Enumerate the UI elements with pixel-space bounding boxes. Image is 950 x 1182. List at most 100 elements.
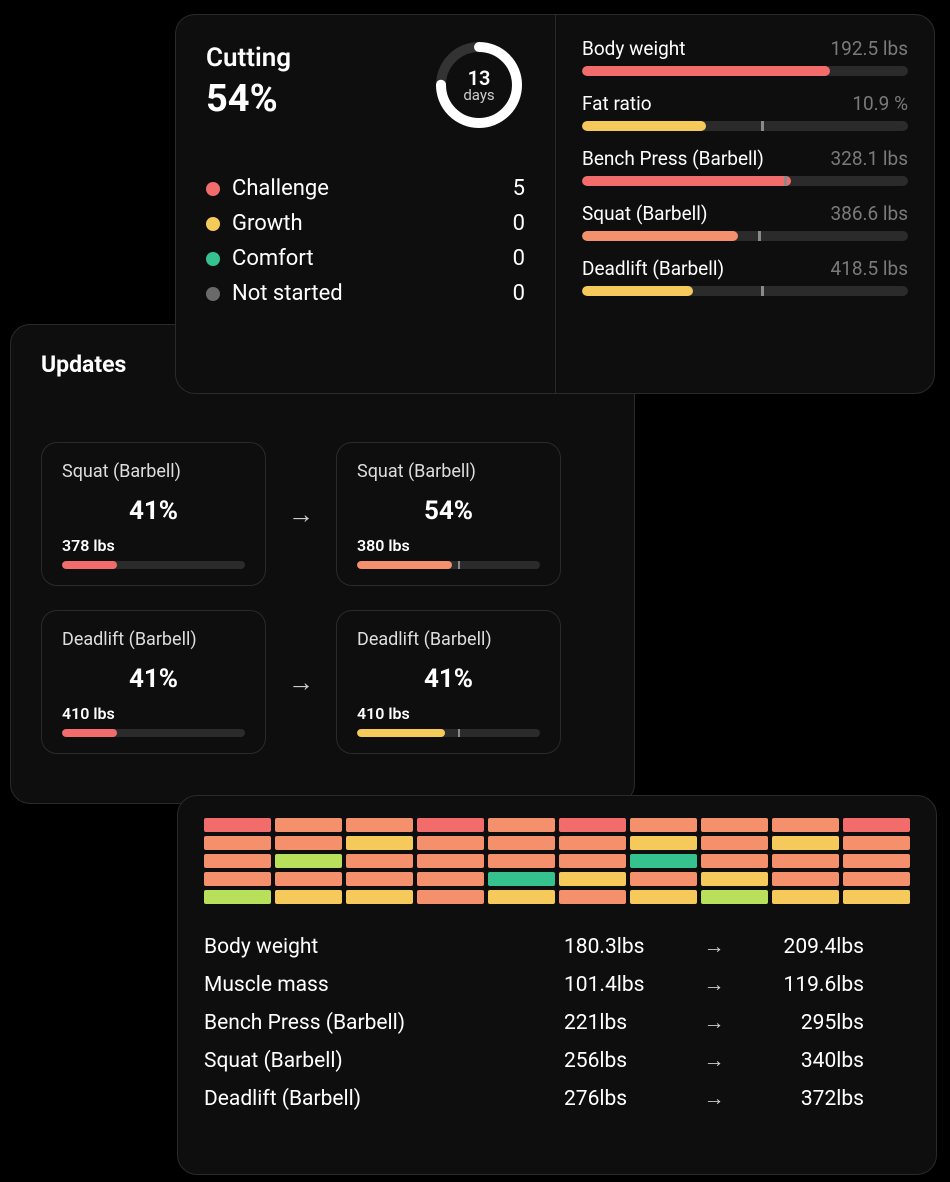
- legend-dot-icon: [206, 182, 220, 196]
- heatmap-cell: [275, 890, 342, 904]
- update-value: 410 lbs: [357, 704, 540, 723]
- summary-metrics-pane: Body weight 192.5 lbs Fat ratio 10.9 % B…: [556, 15, 934, 393]
- arrow-icon: →: [694, 973, 734, 997]
- metric-name: Squat (Barbell): [582, 202, 708, 225]
- metric-bar: [582, 121, 908, 131]
- heatmap-cell: [275, 818, 342, 832]
- update-value: 410 lbs: [62, 704, 245, 723]
- heatmap-cell: [701, 872, 768, 886]
- heatmap-cell: [346, 890, 413, 904]
- metric-name: Bench Press (Barbell): [582, 147, 764, 170]
- heatmap-cell: [417, 854, 484, 868]
- heatmap-cell: [701, 818, 768, 832]
- heatmap-cell: [346, 836, 413, 850]
- metric-value: 386.6 lbs: [830, 202, 908, 225]
- update-value: 378 lbs: [62, 536, 245, 555]
- legend-row: Comfort 0: [206, 241, 525, 276]
- heatmap-row: [204, 836, 910, 850]
- heatmap-row: [204, 872, 910, 886]
- stat-from: 180.3lbs: [564, 935, 694, 959]
- updates-card: Updates Squat (Barbell) 41% 378 lbs → Sq…: [10, 324, 635, 804]
- update-bar: [357, 729, 540, 737]
- legend-count: 5: [513, 176, 525, 201]
- history-stats: Body weight 180.3lbs → 209.4lbs Muscle m…: [204, 928, 910, 1118]
- heatmap-cell: [843, 818, 910, 832]
- heatmap-cell: [559, 836, 626, 850]
- arrow-icon: →: [288, 499, 314, 530]
- stat-from: 256lbs: [564, 1049, 694, 1073]
- heatmap-cell: [559, 854, 626, 868]
- update-name: Deadlift (Barbell): [62, 629, 245, 650]
- heatmap-cell: [346, 872, 413, 886]
- metric-row: Squat (Barbell) 386.6 lbs: [582, 202, 908, 241]
- heatmap-cell: [772, 890, 839, 904]
- heatmap-cell: [204, 890, 271, 904]
- heatmap-cell: [843, 836, 910, 850]
- heatmap-cell: [559, 890, 626, 904]
- arrow-icon: →: [694, 1049, 734, 1073]
- metric-value: 192.5 lbs: [830, 37, 908, 60]
- heatmap-cell: [559, 872, 626, 886]
- arrow-icon: →: [288, 667, 314, 698]
- heatmap-row: [204, 854, 910, 868]
- legend-dot-icon: [206, 217, 220, 231]
- heatmap-cell: [346, 818, 413, 832]
- arrow-icon: →: [694, 935, 734, 959]
- metric-value: 328.1 lbs: [830, 147, 908, 170]
- stat-to: 372lbs: [734, 1087, 864, 1111]
- stat-to: 295lbs: [734, 1011, 864, 1035]
- legend-row: Challenge 5: [206, 171, 525, 206]
- heatmap-cell: [204, 854, 271, 868]
- legend-count: 0: [513, 211, 525, 236]
- program-percent: 54%: [206, 77, 291, 121]
- update-cell-before: Squat (Barbell) 41% 378 lbs: [41, 442, 266, 586]
- heatmap-cell: [417, 872, 484, 886]
- heatmap-cell: [417, 836, 484, 850]
- ring-number: 13: [468, 68, 491, 88]
- stat-name: Bench Press (Barbell): [204, 1011, 564, 1035]
- update-row: Squat (Barbell) 41% 378 lbs → Squat (Bar…: [41, 442, 604, 586]
- heatmap-cell: [204, 872, 271, 886]
- heatmap-cell: [417, 890, 484, 904]
- arrow-icon: →: [694, 1011, 734, 1035]
- stat-name: Body weight: [204, 935, 564, 959]
- update-name: Squat (Barbell): [357, 461, 540, 482]
- heatmap-cell: [488, 872, 555, 886]
- heatmap-cell: [701, 890, 768, 904]
- history-stat-row: Muscle mass 101.4lbs → 119.6lbs: [204, 966, 910, 1004]
- heatmap: [204, 818, 910, 904]
- metric-value: 418.5 lbs: [830, 257, 908, 280]
- heatmap-row: [204, 818, 910, 832]
- stat-name: Deadlift (Barbell): [204, 1087, 564, 1111]
- update-bar: [62, 561, 245, 569]
- heatmap-cell: [772, 818, 839, 832]
- legend-row: Growth 0: [206, 206, 525, 241]
- update-cell-after: Squat (Barbell) 54% 380 lbs: [336, 442, 561, 586]
- update-name: Deadlift (Barbell): [357, 629, 540, 650]
- legend-label: Not started: [232, 281, 343, 306]
- heatmap-cell: [275, 872, 342, 886]
- heatmap-row: [204, 890, 910, 904]
- history-stat-row: Deadlift (Barbell) 276lbs → 372lbs: [204, 1080, 910, 1118]
- heatmap-cell: [488, 818, 555, 832]
- stat-to: 340lbs: [734, 1049, 864, 1073]
- program-title: Cutting: [206, 43, 291, 73]
- legend-count: 0: [513, 246, 525, 271]
- update-row: Deadlift (Barbell) 41% 410 lbs → Deadlif…: [41, 610, 604, 754]
- update-percent: 41%: [62, 496, 245, 526]
- history-stat-row: Bench Press (Barbell) 221lbs → 295lbs: [204, 1004, 910, 1042]
- heatmap-cell: [701, 854, 768, 868]
- metric-value: 10.9 %: [852, 92, 908, 115]
- legend-label: Comfort: [232, 246, 314, 271]
- heatmap-cell: [701, 836, 768, 850]
- metric-name: Deadlift (Barbell): [582, 257, 724, 280]
- heatmap-cell: [843, 872, 910, 886]
- heatmap-cell: [275, 836, 342, 850]
- update-cell-after: Deadlift (Barbell) 41% 410 lbs: [336, 610, 561, 754]
- update-percent: 54%: [357, 496, 540, 526]
- summary-left-pane: Cutting 54% 13 days Challenge 5 Growth: [176, 15, 556, 393]
- heatmap-cell: [488, 854, 555, 868]
- update-percent: 41%: [62, 664, 245, 694]
- heatmap-cell: [772, 872, 839, 886]
- update-bar: [62, 729, 245, 737]
